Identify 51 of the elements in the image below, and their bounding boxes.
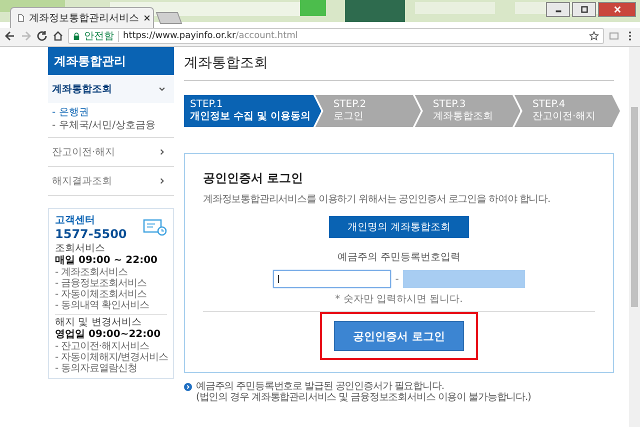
separator: - bbox=[395, 274, 399, 284]
chevron-right-icon bbox=[158, 177, 166, 185]
reload-icon[interactable] bbox=[36, 30, 48, 42]
url-text: https://www.payinfo.or.kr/account.html bbox=[123, 31, 299, 41]
extension-icon[interactable] bbox=[608, 30, 620, 42]
security-label: 안전함 bbox=[84, 30, 119, 42]
service-name: 해지 및 변경서비스 bbox=[55, 317, 142, 329]
service-item: - 동의자료열람신청 bbox=[55, 363, 138, 374]
home-icon[interactable] bbox=[52, 30, 64, 42]
chevron-down-icon bbox=[158, 85, 166, 93]
back-icon[interactable] bbox=[4, 30, 16, 42]
lock-icon bbox=[73, 32, 80, 40]
service-name: 조회서비스 bbox=[55, 243, 106, 255]
sidebar-title: 계좌통합관리 bbox=[48, 47, 174, 75]
support-title: 고객센터 bbox=[55, 214, 96, 227]
notice-text: (법인의 경우 계좌통합관리서비스 및 금융정보조회서비스 이용이 불가능합니다.) bbox=[196, 392, 531, 403]
service-item: - 동의내역 확인서비스 bbox=[55, 300, 150, 311]
sidebar-item[interactable]: 해지결과조회 bbox=[48, 167, 174, 196]
input-hint: * 숫자만 입력하시면 됩니다. bbox=[335, 293, 463, 306]
service-hours: 매일 09:00 ~ 22:00 bbox=[55, 255, 158, 267]
login-heading: 공인인증서 로그인 bbox=[203, 170, 304, 187]
certificate-login-button[interactable]: 공인인증서 로그인 bbox=[334, 321, 464, 351]
notice-text: 예금주의 주민등록번호로 발급된 공인인증서가 필요합니다. bbox=[196, 381, 445, 392]
service-item: - 잔고이전·해지서비스 bbox=[55, 341, 150, 352]
phone-number: 1577-5500 bbox=[55, 227, 127, 241]
sidebar-item[interactable]: 계좌통합조회 bbox=[48, 75, 174, 103]
minimize-icon[interactable] bbox=[546, 2, 570, 17]
input-field[interactable] bbox=[273, 270, 392, 288]
service-item: - 자동이체조회서비스 bbox=[55, 289, 148, 300]
browser-tab[interactable]: 계좌정보통합관리서비스 bbox=[10, 7, 154, 28]
service-item: - 계좌조회서비스 bbox=[55, 267, 128, 278]
monitor-clock-icon bbox=[143, 218, 167, 236]
service-hours: 영업일 09:00~22:00 bbox=[55, 329, 162, 341]
submenu-item[interactable]: - 우체국/서민/상호금융 bbox=[52, 119, 170, 132]
address-bar[interactable]: 안전함 https://www.payinfo.or.kr/account.html bbox=[68, 28, 604, 44]
field-label: 예금주의 주민등록번호입력 bbox=[337, 251, 461, 264]
info-arrow-icon bbox=[184, 383, 192, 391]
submenu-item[interactable]: - 은행권 bbox=[52, 106, 170, 119]
secure-input-field[interactable] bbox=[402, 270, 525, 288]
sidebar-item[interactable]: 잔고이전·해지 bbox=[48, 138, 174, 167]
login-description: 계좌정보통합관리서비스를 이용하기 위해서는 공인인증서 로그인을 하여야 합니다. bbox=[203, 193, 552, 206]
page-icon bbox=[17, 14, 25, 22]
service-item: - 금융정보조회서비스 bbox=[55, 278, 148, 289]
chevron-right-icon bbox=[158, 148, 166, 156]
page-title: 계좌통합조회 bbox=[184, 54, 614, 81]
maximize-icon[interactable] bbox=[572, 2, 596, 17]
scrollbar[interactable] bbox=[629, 47, 640, 427]
personal-inquiry-button[interactable]: 개인명의 계좌통합조회 bbox=[329, 216, 469, 238]
star-icon[interactable] bbox=[589, 31, 599, 41]
close-icon[interactable] bbox=[143, 14, 151, 22]
service-item: - 자동이체해지/변경서비스 bbox=[55, 352, 167, 363]
